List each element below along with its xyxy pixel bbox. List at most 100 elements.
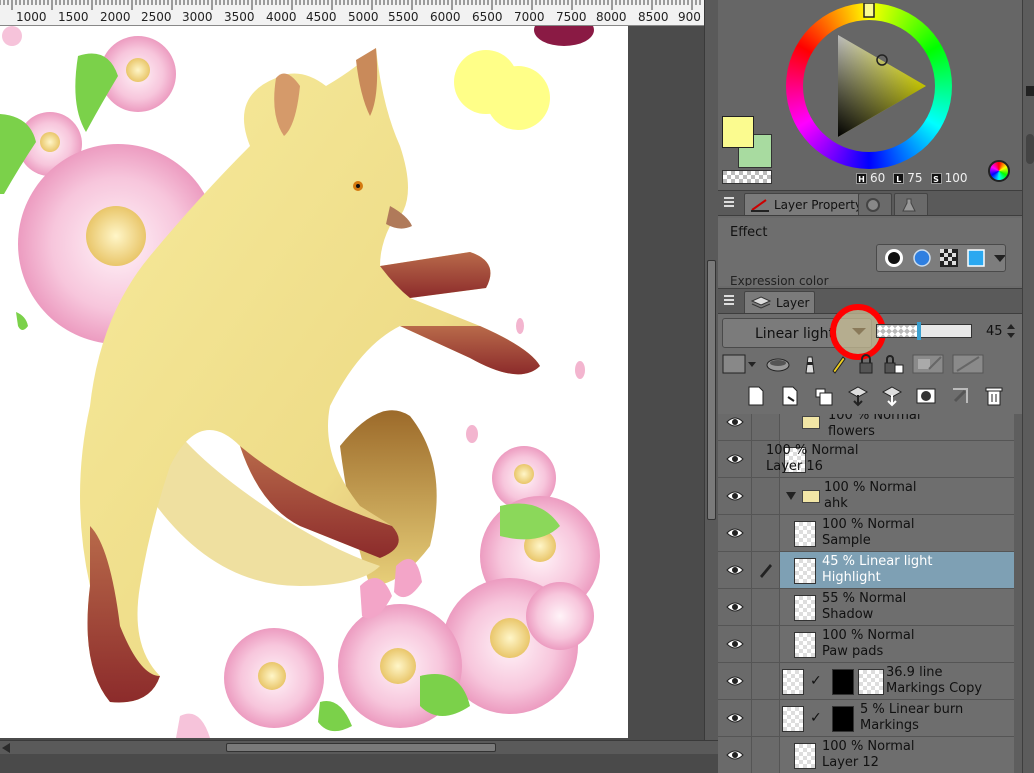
layer-name: Layer 12 (822, 755, 879, 770)
edit-state-cell[interactable] (752, 663, 780, 699)
visibility-toggle[interactable] (718, 552, 752, 588)
opacity-stepper-icon[interactable] (1007, 323, 1015, 339)
tab-auto-action[interactable] (894, 193, 928, 215)
delete-layer-button[interactable] (980, 383, 1008, 409)
layer-row-body[interactable]: 100 % Normal Layer 12 (780, 737, 1014, 773)
tone-effect-icon[interactable] (938, 247, 959, 269)
layer-row-body[interactable]: 100 % Normal Paw pads (780, 626, 1014, 662)
collapse-knob-icon[interactable] (1026, 86, 1034, 96)
canvas-area[interactable]: 1000 1500 2000 2500 3000 3500 4000 4500 … (0, 0, 718, 773)
visibility-toggle[interactable] (718, 441, 752, 477)
scroll-knob-icon[interactable] (1026, 134, 1034, 164)
layer-row[interactable]: 100 % Normal Layer 16 (718, 441, 1014, 478)
foreground-color-swatch[interactable] (722, 116, 754, 148)
opacity-value[interactable]: 45 (986, 324, 1003, 339)
layer-row-body[interactable]: ✓ 5 % Linear burn Markings (780, 700, 1014, 736)
layer-row[interactable]: 100 % Normal Layer 12 (718, 737, 1014, 773)
apply-mask-button[interactable] (946, 383, 974, 409)
scrollbar-thumb[interactable] (226, 743, 496, 752)
scroll-left-arrow-icon[interactable] (2, 743, 10, 753)
lock-transparent-button[interactable] (880, 351, 908, 377)
ruler-label: 7000 (514, 10, 545, 24)
lock-layer-button[interactable] (852, 351, 880, 377)
edit-state-cell[interactable] (752, 414, 780, 440)
edit-state-cell[interactable] (752, 478, 780, 514)
show-mask-area-button[interactable] (948, 351, 988, 377)
eye-icon (725, 676, 744, 686)
lock-icon (859, 354, 873, 374)
tab-layer[interactable]: Layer (744, 291, 816, 313)
eye-icon (725, 602, 744, 612)
ruler-label: 6000 (430, 10, 461, 24)
new-vector-layer-button[interactable] (776, 383, 804, 409)
chevron-down-icon[interactable] (993, 253, 1006, 263)
mask-selection-button[interactable] (718, 351, 760, 377)
reference-layer-button[interactable] (796, 351, 824, 377)
transfer-down-button[interactable] (878, 383, 906, 409)
layer-row-body[interactable]: 100 % Normal Sample (780, 515, 1014, 551)
tab-search[interactable] (858, 193, 892, 215)
layer-row[interactable]: 100 % Normal flowers (718, 414, 1014, 441)
visibility-toggle[interactable] (718, 626, 752, 662)
visibility-toggle[interactable] (718, 663, 752, 699)
visibility-toggle[interactable] (718, 700, 752, 736)
blend-dropdown-arrow-icon[interactable] (848, 322, 870, 340)
enable-mask-button[interactable] (908, 351, 948, 377)
edit-state-cell[interactable] (752, 589, 780, 625)
layer-name: ahk (824, 496, 848, 511)
mask-enabled-check-icon[interactable]: ✓ (810, 710, 822, 726)
canvas-vertical-scrollbar[interactable] (704, 0, 718, 740)
clip-layer-button[interactable] (760, 351, 796, 377)
tab-label: Layer Property (774, 197, 863, 212)
edit-state-cell[interactable] (752, 552, 780, 588)
layer-row-body[interactable]: 45 % Linear light Highlight (780, 552, 1014, 588)
folder-collapse-arrow-icon[interactable] (786, 492, 796, 500)
layer-list-scrollbar[interactable] (1014, 414, 1022, 773)
layer-row[interactable]: 55 % Normal Shadow (718, 589, 1014, 626)
color-sphere-icon[interactable] (988, 160, 1010, 182)
layer-row-body[interactable]: 100 % Normal ahk (780, 478, 1014, 514)
edit-state-cell[interactable] (752, 515, 780, 551)
layer-row[interactable]: ✓ 36.9 line Markings Copy (718, 663, 1014, 700)
draft-layer-button[interactable] (824, 351, 852, 377)
merge-down-button[interactable] (844, 383, 872, 409)
watercolor-edge-icon[interactable] (911, 247, 932, 269)
layer-row[interactable]: ✓ 5 % Linear burn Markings (718, 700, 1014, 737)
visibility-toggle[interactable] (718, 737, 752, 773)
layer-mask-thumbnail[interactable] (832, 706, 854, 732)
transparent-color-swatch[interactable] (722, 170, 772, 184)
opacity-slider-handle[interactable] (917, 322, 921, 340)
layer-color-icon[interactable] (966, 247, 987, 269)
opacity-slider[interactable] (876, 322, 972, 340)
panel-menu-icon[interactable] (724, 295, 736, 307)
layer-row-body[interactable]: 100 % Normal flowers (780, 414, 1014, 440)
edit-state-cell[interactable] (752, 700, 780, 736)
visibility-toggle[interactable] (718, 478, 752, 514)
layer-row[interactable]: 100 % Normal Sample (718, 515, 1014, 552)
visibility-toggle[interactable] (718, 589, 752, 625)
panel-menu-icon[interactable] (724, 197, 736, 209)
layer-row[interactable]: 100 % Normal ahk (718, 478, 1014, 515)
layer-list[interactable]: 100 % Normal flowers 100 % Normal Layer … (718, 414, 1022, 773)
tab-layer-property[interactable]: Layer Property (744, 193, 869, 215)
pencil-icon (832, 356, 846, 374)
artwork-canvas[interactable] (0, 26, 628, 738)
visibility-toggle[interactable] (718, 414, 752, 440)
color-wheel[interactable] (786, 3, 952, 169)
new-raster-layer-button[interactable] (742, 383, 770, 409)
layer-row-body[interactable]: 55 % Normal Shadow (780, 589, 1014, 625)
layer-row-selected[interactable]: 45 % Linear light Highlight (718, 552, 1014, 589)
layer-row-body[interactable]: 100 % Normal Layer 16 (766, 441, 1014, 477)
edit-state-cell[interactable] (752, 626, 780, 662)
scrollbar-thumb[interactable] (707, 260, 716, 520)
visibility-toggle[interactable] (718, 515, 752, 551)
border-effect-icon[interactable] (883, 247, 904, 269)
layer-row[interactable]: 100 % Normal Paw pads (718, 626, 1014, 663)
create-mask-button[interactable] (912, 383, 940, 409)
canvas-horizontal-scrollbar[interactable] (0, 740, 718, 754)
layer-row-body[interactable]: ✓ 36.9 line Markings Copy (780, 663, 1014, 699)
layer-mask-thumbnail[interactable] (832, 669, 854, 695)
new-folder-button[interactable] (810, 383, 838, 409)
mask-enabled-check-icon[interactable]: ✓ (810, 673, 822, 689)
edit-state-cell[interactable] (752, 737, 780, 773)
